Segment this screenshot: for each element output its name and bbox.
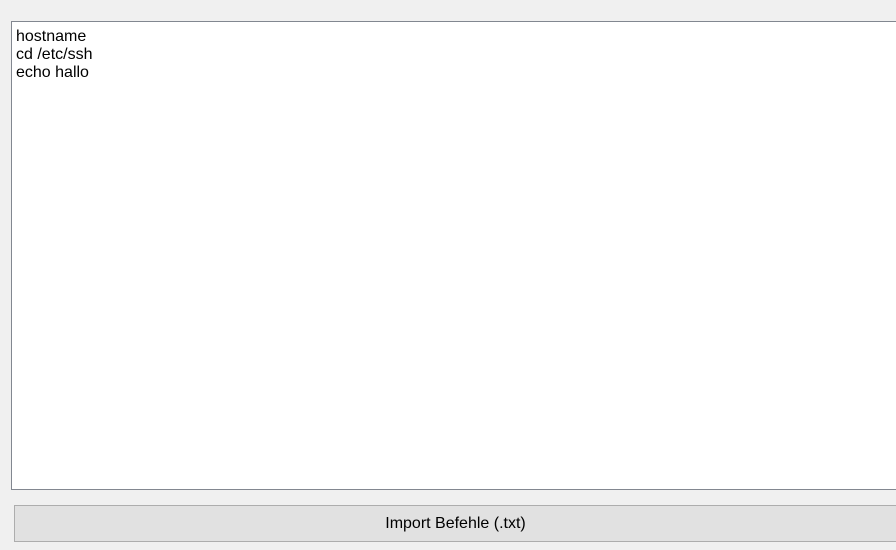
commands-list: hostname cd /etc/ssh echo hallo [12, 22, 896, 82]
command-line: cd /etc/ssh [16, 46, 93, 63]
command-line: echo hallo [16, 64, 89, 81]
top-strip [0, 0, 896, 10]
commands-panel: hostname cd /etc/ssh echo hallo Import B… [0, 0, 896, 550]
command-line: hostname [16, 28, 87, 45]
import-commands-button[interactable]: Import Befehle (.txt) [14, 505, 896, 542]
import-button-label: Import Befehle (.txt) [385, 514, 526, 532]
commands-textbox[interactable]: hostname cd /etc/ssh echo hallo [11, 21, 896, 490]
